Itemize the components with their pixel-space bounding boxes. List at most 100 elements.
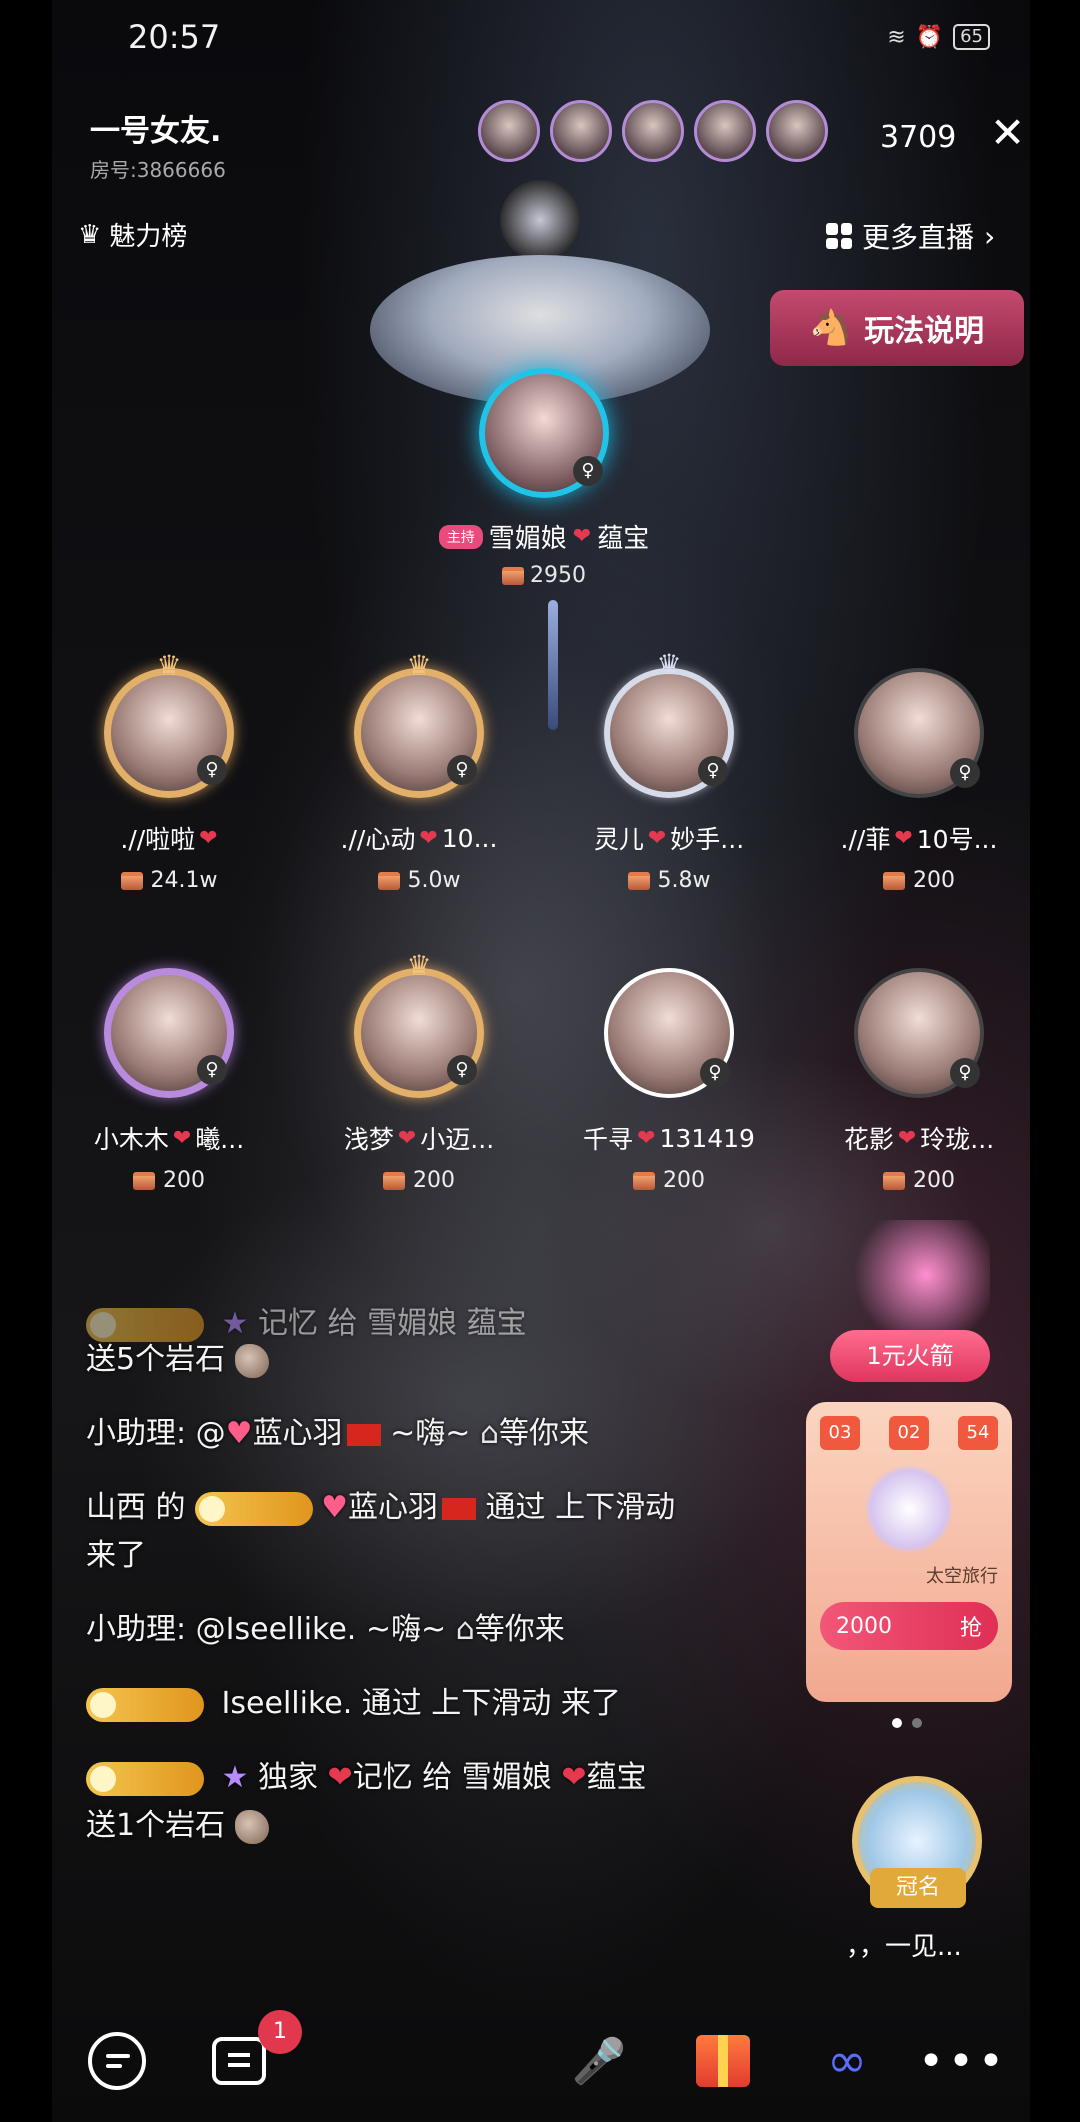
flag-icon [442, 1497, 476, 1520]
treasure-chest-icon [627, 871, 650, 890]
female-icon: ♀ [698, 756, 728, 786]
more-button[interactable]: ••• [918, 2030, 1004, 2092]
seat-name: 千寻 ❤ 131419 [564, 1120, 774, 1156]
battery-icon: 65 [953, 24, 990, 50]
seat-7[interactable]: ♀ 千寻 ❤ 131419 200 [564, 968, 774, 1193]
rocking-horse-icon: 🐴 [809, 308, 853, 348]
avatar[interactable]: ♛ ♀ [104, 649, 234, 798]
level-badge [86, 1761, 204, 1796]
chat-user-name[interactable]: 蓝心羽 [348, 1490, 438, 1525]
avatar[interactable] [694, 100, 756, 162]
seat-1[interactable]: ♛ ♀ .//啦啦 ❤ 24.1w [64, 649, 274, 893]
flag-icon [346, 1423, 381, 1446]
avatar[interactable] [550, 100, 612, 162]
room-info[interactable]: 一号女友. 房号:3866666 [90, 106, 226, 183]
avatar[interactable]: ♛ ♀ [354, 649, 484, 798]
seat-score-value: 200 [663, 1168, 705, 1193]
room-id: 房号:3866666 [90, 158, 226, 182]
chat-user-name[interactable]: 蓝心羽 [253, 1416, 343, 1451]
crown-icon: ♛ [78, 219, 102, 250]
chat-text: 记忆 给 雪媚娘 [352, 1760, 552, 1795]
more-live-button[interactable]: 更多直播 › [826, 216, 995, 256]
avatar[interactable]: ♀ [604, 968, 734, 1098]
host-seat[interactable]: ♀ 主持 雪媚娘 ❤ 蕴宝 2950 [424, 368, 664, 588]
female-icon: ♀ [700, 1058, 730, 1088]
rocket-promo-title[interactable]: 1元火箭 [830, 1330, 990, 1382]
more-live-label: 更多直播 [862, 221, 975, 254]
gift-button[interactable] [692, 2030, 754, 2092]
avatar[interactable] [478, 100, 540, 162]
seat-name-text: 千寻 [583, 1125, 634, 1154]
link-button[interactable]: ∞ [816, 2030, 878, 2092]
seat-5[interactable]: ♀ 小木木 ❤ 曦... 200 [64, 968, 274, 1193]
heart-icon: ❤ [561, 1760, 587, 1795]
chat-button[interactable] [86, 2030, 148, 2092]
charm-rank-label: 魅力榜 [109, 222, 188, 252]
female-icon: ♀ [447, 1055, 477, 1085]
seat-name-suffix: 小迈... [420, 1125, 495, 1154]
chat-text: 等你来 [474, 1612, 565, 1647]
seat-4[interactable]: ♀ .//菲 ❤ 10号... 200 [814, 668, 1024, 893]
seat-score: 200 [814, 868, 1024, 893]
seat-2[interactable]: ♛ ♀ .//心动 ❤ 10... 5.0w [314, 649, 524, 893]
sponsor-badge-label: 冠名 [870, 1868, 966, 1908]
countdown-minutes: 02 [889, 1416, 929, 1450]
promo-buy-button[interactable]: 2000 抢 [820, 1602, 998, 1650]
avatar[interactable] [766, 100, 828, 162]
avatar[interactable]: ♀ [854, 968, 984, 1098]
rocket-promo-decoration [830, 1220, 990, 1330]
seat-score-value: 5.8w [657, 868, 711, 893]
grid-icon [826, 223, 852, 249]
close-icon[interactable]: ✕ [990, 112, 1025, 154]
wifi-icon: ≋ [887, 24, 906, 50]
countdown-hours: 03 [820, 1416, 860, 1450]
house-icon: ⌂ [479, 1416, 499, 1451]
bottom-toolbar: 1 🎤 ∞ ••• [52, 2010, 1030, 2110]
chat-user-name[interactable]: 独家 [258, 1760, 318, 1795]
seat-score: 5.8w [564, 868, 774, 893]
crown-icon: ♛ [406, 649, 432, 682]
carousel-dot [892, 1718, 902, 1728]
viewer-count[interactable]: 3709 [880, 120, 956, 155]
room-title: 一号女友. [90, 114, 222, 149]
chat-message: 小助理: @♥蓝心羽 ~嗨~ ⌂等你来 [86, 1410, 786, 1458]
rules-button[interactable]: 🐴 玩法说明 [770, 290, 1024, 366]
seat-name: 灵儿 ❤ 妙手... [564, 820, 774, 856]
star-icon: ★ [221, 1306, 249, 1341]
mic-button[interactable]: 🎤 [568, 2030, 630, 2092]
host-avatar[interactable]: ♀ [479, 368, 609, 498]
avatar[interactable] [622, 100, 684, 162]
seat-score-value: 5.0w [407, 868, 461, 893]
seat-3[interactable]: ♛ ♀ 灵儿 ❤ 妙手... 5.8w [564, 648, 774, 893]
chat-feed[interactable]: ★ 记忆 给 雪媚娘 蕴宝 送5个岩石 小助理: @♥蓝心羽 ~嗨~ ⌂等你来 … [86, 1300, 786, 1876]
treasure-chest-icon [133, 1171, 155, 1190]
gift-image [864, 1464, 954, 1554]
female-icon: ♀ [447, 755, 477, 785]
seat-8[interactable]: ♀ 花影 ❤ 玲珑... 200 [814, 968, 1024, 1193]
seat-name-suffix: 10号... [916, 825, 998, 854]
avatar[interactable]: ♀ [104, 968, 234, 1098]
seat-6[interactable]: ♛ ♀ 浅梦 ❤ 小迈... 200 [314, 949, 524, 1193]
promo-action: 抢 [959, 1616, 982, 1641]
seat-name: 浅梦 ❤ 小迈... [314, 1120, 524, 1156]
chat-text: Iseellike. 通过 上下滑动 来了 [221, 1686, 621, 1721]
avatar[interactable]: ♛ ♀ [354, 949, 484, 1098]
more-dots-icon: ••• [918, 2035, 1008, 2087]
seat-score-value: 24.1w [150, 868, 218, 893]
charm-rank-button[interactable]: ♛ 魅力榜 [78, 216, 187, 253]
star-icon: ★ [221, 1760, 249, 1795]
seat-score-value: 200 [913, 1168, 955, 1193]
gift-icon [696, 2035, 750, 2087]
status-bar: 20:57 ≋ ⏰ 65 [128, 12, 990, 62]
avatar[interactable]: ♛ ♀ [604, 648, 734, 798]
audience-avatars[interactable] [478, 100, 828, 162]
right-letterbox [1030, 0, 1080, 2122]
heart-icon: ❤ [327, 1760, 353, 1795]
carousel-dots [892, 1718, 922, 1728]
seat-score: 5.0w [314, 868, 524, 893]
heart-icon: ❤ [637, 1125, 656, 1151]
status-icons: ≋ ⏰ 65 [887, 24, 990, 50]
avatar[interactable]: ♀ [854, 668, 984, 798]
promo-card[interactable]: 03 02 54 太空旅行 2000 抢 [806, 1402, 1012, 1702]
heart-icon: ❤ [897, 1125, 917, 1151]
